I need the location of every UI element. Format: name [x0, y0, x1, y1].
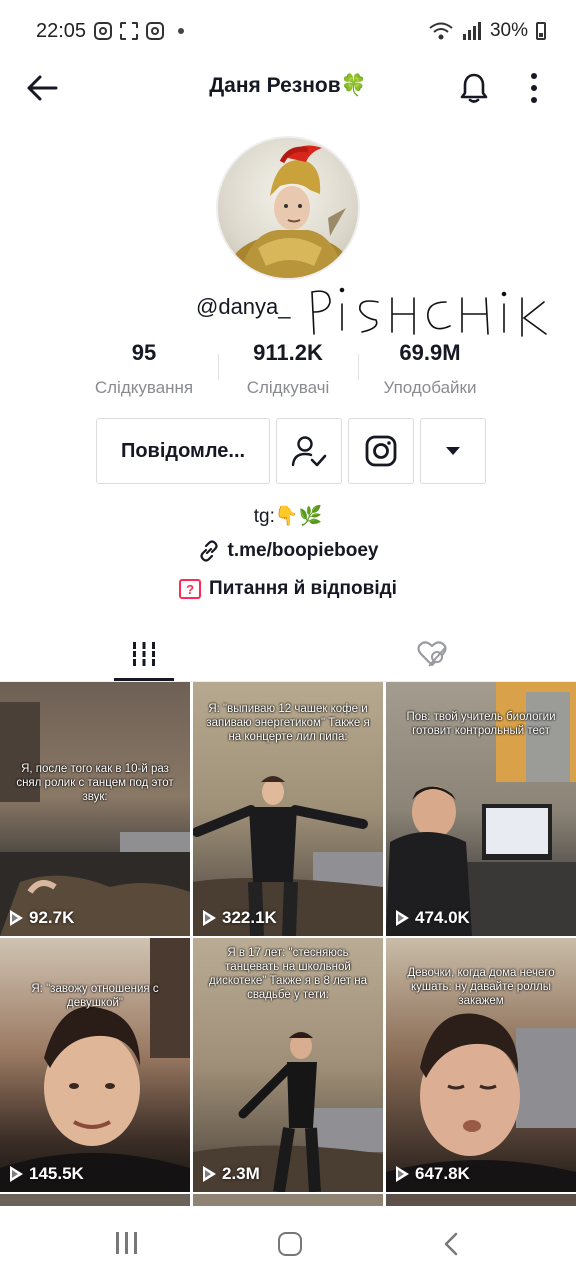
- video-thumbnail: [0, 938, 190, 1192]
- stat-value: 69.9M: [399, 340, 461, 365]
- video-caption: Пов: твой учитель биологии готовит контр…: [406, 711, 556, 737]
- stat-followers[interactable]: 911.2K Слідкувачі: [218, 340, 358, 398]
- recents-bar: [134, 1232, 137, 1254]
- video-caption: Девочки, когда дома нечего кушать: ну да…: [407, 967, 555, 1007]
- stat-label: Слідкувачі: [246, 378, 330, 397]
- stat-likes[interactable]: 69.9M Уподобайки: [360, 340, 500, 398]
- profile-bio: tg:👇🌿: [253, 506, 323, 527]
- video-caption: Я в 17 лет: "стесняюсь танцевать на школ…: [208, 947, 368, 1001]
- video-views-count: 474.0K: [415, 908, 470, 927]
- recents-bar: [116, 1232, 119, 1254]
- play-icon: [396, 1166, 409, 1182]
- video-views-count: 322.1K: [222, 908, 277, 927]
- video-views-count: 647.8K: [415, 1164, 470, 1183]
- dot-icon: [178, 28, 184, 34]
- instagram-icon: [146, 22, 164, 40]
- status-notification-icons: [94, 22, 184, 40]
- more-dot: [531, 85, 537, 91]
- video-tile[interactable]: Я: "выпиваю 12 чашек кофе и запиваю энер…: [193, 682, 383, 936]
- question-icon: ?: [179, 579, 202, 599]
- link-icon: [199, 540, 218, 562]
- battery-percent: 30%: [489, 20, 528, 41]
- wifi-icon: [429, 22, 453, 40]
- caret-down-icon: [446, 447, 460, 455]
- play-icon: [203, 910, 216, 926]
- tab-videos[interactable]: [0, 626, 288, 682]
- status-bar: 22:05 30%: [0, 0, 576, 64]
- suggested-accounts-button[interactable]: [420, 418, 486, 484]
- video-thumbnail: [0, 702, 190, 936]
- status-right: 30%: [428, 20, 546, 42]
- video-caption: Я: "завожу отношения с девушкой": [31, 983, 159, 1009]
- qa-link[interactable]: ? Питання й відповіді: [0, 578, 576, 600]
- avatar[interactable]: [216, 136, 360, 280]
- recents-bar: [125, 1232, 128, 1254]
- battery-icon: [536, 22, 546, 40]
- more-options-button[interactable]: [518, 68, 550, 108]
- nav-back-icon[interactable]: [440, 1232, 464, 1256]
- avatar-image: [230, 145, 350, 278]
- recents-icon[interactable]: [116, 1232, 137, 1254]
- handwritten-overlay: [311, 287, 547, 337]
- stat-following[interactable]: 95 Слідкування: [74, 340, 214, 398]
- video-views: 145.5K: [10, 1164, 84, 1184]
- qa-text: Питання й відповіді: [209, 578, 397, 599]
- status-time: 22:05: [36, 20, 87, 42]
- bell-icon: [460, 73, 488, 103]
- video-tile[interactable]: Я в 17 лет: "стесняюсь танцевать на школ…: [193, 938, 383, 1192]
- video-tile[interactable]: Пов: твой учитель биологии готовит контр…: [386, 682, 576, 936]
- person-check-icon: [291, 436, 327, 467]
- message-button[interactable]: Повідомле...: [96, 418, 270, 484]
- video-views: 92.7K: [10, 908, 74, 928]
- tab-liked[interactable]: [288, 626, 576, 682]
- video-tile[interactable]: Девочки, когда дома нечего кушать: ну да…: [386, 938, 576, 1192]
- stat-value: 911.2K: [253, 340, 323, 365]
- video-views-count: 92.7K: [29, 908, 75, 927]
- instagram-icon: [365, 435, 397, 467]
- video-views-count: 145.5K: [29, 1164, 84, 1183]
- more-vertical-icon: [531, 73, 537, 79]
- stat-label: Слідкування: [94, 378, 194, 397]
- active-tab-indicator: [114, 678, 174, 681]
- notifications-button[interactable]: [454, 68, 494, 108]
- video-tile[interactable]: Я: "завожу отношения с девушкой" 145.5K: [0, 938, 190, 1192]
- play-icon: [396, 910, 409, 926]
- home-icon[interactable]: [278, 1232, 302, 1256]
- scan-icon: [120, 22, 138, 40]
- video-views: 2.3M: [203, 1164, 260, 1184]
- signal-icon: [462, 22, 481, 40]
- hidden-heart-icon: [417, 641, 447, 667]
- stat-label: Уподобайки: [383, 378, 477, 397]
- video-views: 474.0K: [396, 908, 470, 928]
- video-views-count: 2.3M: [222, 1164, 260, 1183]
- profile-link[interactable]: t.me/boopieboey: [0, 540, 576, 562]
- play-icon: [10, 910, 23, 926]
- play-icon: [203, 1166, 216, 1182]
- profile-tabs: [0, 626, 576, 682]
- video-tile[interactable]: Я, после того как в 10-й раз снял ролик …: [0, 682, 190, 936]
- video-caption: Я: "выпиваю 12 чашек кофе и запиваю энер…: [206, 703, 370, 743]
- video-views: 322.1K: [203, 908, 277, 928]
- video-caption: Я, после того как в 10-й раз снял ролик …: [16, 763, 174, 803]
- instagram-button[interactable]: [348, 418, 414, 484]
- stat-divider: [358, 354, 359, 380]
- profile-header: Даня Резнов🍀: [0, 60, 576, 116]
- following-button[interactable]: [276, 418, 342, 484]
- video-views: 647.8K: [396, 1164, 470, 1184]
- more-dot: [531, 97, 537, 103]
- profile-link-text: t.me/boopieboey: [227, 540, 379, 561]
- instagram-icon: [94, 22, 112, 40]
- system-navbar: [0, 1206, 576, 1280]
- stat-value: 95: [131, 340, 157, 365]
- play-icon: [10, 1166, 23, 1182]
- grid-bars-icon: [131, 642, 157, 666]
- profile-username: @danya_: [196, 294, 291, 319]
